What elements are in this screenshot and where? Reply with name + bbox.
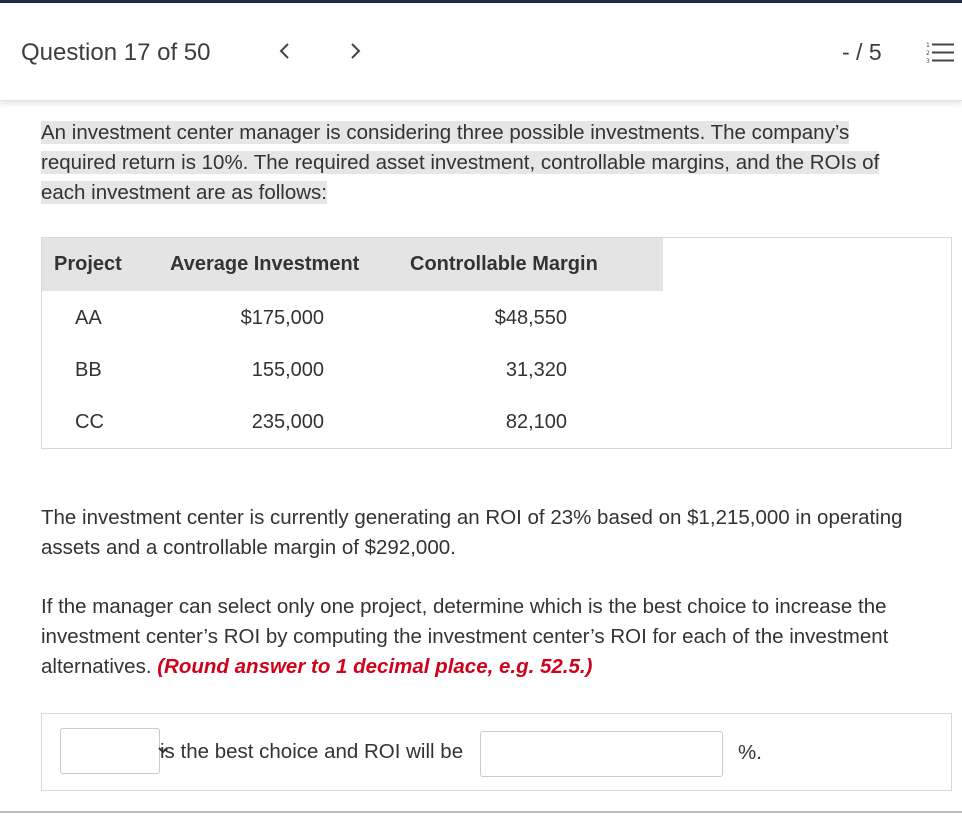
question-header: Question 17 of 50 - / 5 1 2 3 [0, 3, 962, 101]
svg-text:3: 3 [926, 58, 930, 65]
numbered-list-icon[interactable]: 1 2 3 [926, 41, 954, 65]
current-status-text: The investment center is currently gener… [41, 506, 903, 559]
bottom-divider [0, 811, 962, 813]
project-select[interactable] [60, 728, 168, 774]
row-aa-margin: $48,550 [494, 307, 567, 329]
answer-area: is the best choice and ROI will be %. [41, 713, 952, 791]
row-cc-investment: 235,000 [251, 411, 324, 433]
roi-input[interactable] [480, 731, 723, 777]
next-question-button[interactable] [340, 36, 370, 66]
question-score: - / 5 [842, 39, 882, 65]
chevron-right-icon [351, 43, 361, 59]
column-header-average-investment: Average Investment [170, 253, 360, 275]
instruction-text: If the manager can select only one proje… [41, 592, 951, 682]
chevron-left-icon [279, 43, 289, 59]
column-header-controllable-margin: Controllable Margin [410, 253, 598, 275]
svg-text:2: 2 [926, 50, 930, 57]
row-cc-project: CC [75, 411, 104, 433]
svg-text:1: 1 [926, 42, 930, 49]
row-bb-investment: 155,000 [251, 359, 324, 381]
previous-question-button[interactable] [270, 36, 300, 66]
row-aa-investment: $175,000 [240, 307, 324, 329]
row-aa-project: AA [75, 307, 102, 329]
problem-intro-text: An investment center manager is consider… [41, 121, 880, 204]
column-header-project: Project [54, 253, 122, 275]
investment-table: Project Average Investment Controllable … [41, 237, 952, 449]
percent-suffix: %. [738, 741, 762, 764]
row-cc-margin: 82,100 [505, 411, 567, 433]
problem-intro: An investment center manager is consider… [41, 118, 926, 208]
row-bb-project: BB [75, 359, 102, 381]
answer-middle-text: is the best choice and ROI will be [160, 740, 464, 763]
question-counter: Question 17 of 50 [21, 39, 211, 66]
rounding-note: (Round answer to 1 decimal place, e.g. 5… [157, 655, 593, 678]
row-bb-margin: 31,320 [505, 359, 567, 381]
